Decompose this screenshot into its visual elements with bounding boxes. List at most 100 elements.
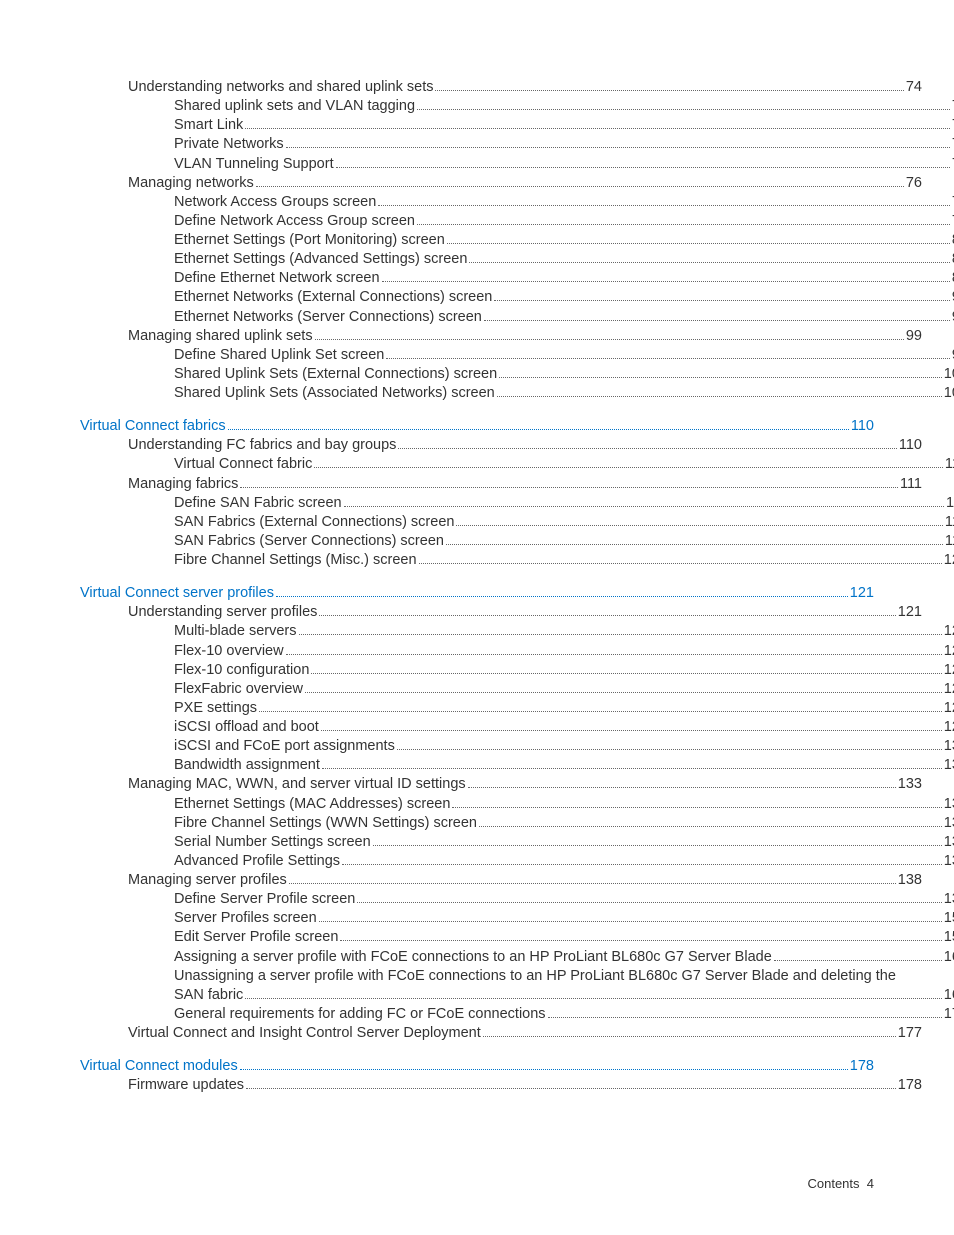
toc-entry: Edit Server Profile screen 157 [80,928,954,947]
toc-entry-label: Define Server Profile screen [174,890,355,909]
toc-entry-label: Virtual Connect and Insight Control Serv… [128,1024,481,1043]
page-footer: Contents 4 [807,1176,874,1191]
toc-entry-page: 136 [944,833,954,852]
toc-entry[interactable]: Virtual Connect fabrics110 [80,417,874,436]
toc-entry-label: SAN Fabrics (External Connections) scree… [174,513,454,532]
toc-entry-page: 121 [898,603,922,622]
toc-entry-page: 74 [906,78,922,97]
toc-entry-page: 138 [898,871,922,890]
toc-entry-label: Ethernet Networks (External Connections)… [174,288,492,307]
footer-label: Contents [807,1176,859,1191]
toc-entry: Managing fabrics111 [80,475,922,494]
toc-entry: Firmware updates178 [80,1076,922,1095]
toc-entry: Serial Number Settings screen 136 [80,833,954,852]
toc-leader-dots [417,109,950,110]
toc-leader-dots [447,243,950,244]
toc-leader-dots [386,358,949,359]
toc-leader-dots [299,634,942,635]
toc-leader-dots [435,90,903,91]
toc-leader-dots [774,960,942,961]
toc-entry-page: 124 [944,642,954,661]
toc-entry-page: 178 [850,1057,874,1076]
toc-entry-page: 157 [944,928,954,947]
toc-entry-page: 156 [944,909,954,928]
toc-leader-dots [311,673,941,674]
toc-entry: Ethernet Settings (Advanced Settings) sc… [80,250,954,269]
toc-entry: Private Networks75 [80,135,954,154]
toc-entry-label: Flex-10 overview [174,642,284,661]
toc-leader-dots [479,826,942,827]
toc-entry-label: Flex-10 configuration [174,661,309,680]
toc-entry: VLAN Tunneling Support75 [80,155,954,174]
toc-leader-dots [417,224,950,225]
toc-leader-dots [499,377,942,378]
toc-entry-label: Managing server profiles [128,871,287,890]
toc-entry: SAN Fabrics (Server Connections) screen1… [80,532,954,551]
toc-entry: Define Ethernet Network screen89 [80,269,954,288]
toc-entry: Define Server Profile screen138 [80,890,954,909]
toc-entry: Shared Uplink Sets (Associated Networks)… [80,384,954,403]
toc-leader-dots [342,864,942,865]
toc-leader-dots [286,147,950,148]
toc-entry-page: 133 [898,775,922,794]
toc-leader-dots [397,749,942,750]
toc-leader-dots [419,563,942,564]
toc-leader-dots [240,1069,848,1070]
toc-leader-dots [446,544,943,545]
toc-entry-label: Define Shared Uplink Set screen [174,346,384,365]
toc-entry-page: 131 [944,756,954,775]
toc-entry: Multi-blade servers123 [80,622,954,641]
toc-entry-page: 133 [944,795,954,814]
toc-entry[interactable]: Virtual Connect modules178 [80,1057,874,1076]
toc-entry-label: Ethernet Settings (Port Monitoring) scre… [174,231,445,250]
toc-leader-dots [336,167,950,168]
toc-entry-label: Serial Number Settings screen [174,833,371,852]
toc-entry-page: 125 [944,661,954,680]
toc-entry-page: 111 [946,494,954,513]
toc-entry: Bandwidth assignment 131 [80,756,954,775]
toc-entry-page: 105 [944,365,954,384]
toc-leader-dots [319,615,895,616]
toc-entry-label: PXE settings [174,699,257,718]
toc-leader-dots [484,320,950,321]
toc-entry-page: 127 [944,699,954,718]
toc-entry-page: 99 [906,327,922,346]
toc-entry-label: Understanding FC fabrics and bay groups [128,436,396,455]
toc-leader-dots [240,487,898,488]
toc-entry-label: Shared Uplink Sets (External Connections… [174,365,497,384]
toc-entry-label: Ethernet Settings (MAC Addresses) screen [174,795,450,814]
toc-entry: Understanding FC fabrics and bay groups1… [80,436,922,455]
toc-entry[interactable]: Virtual Connect server profiles121 [80,584,874,603]
toc-entry-page: 120 [944,551,954,570]
toc-entry: Server Profiles screen156 [80,909,954,928]
toc-leader-dots [286,654,942,655]
toc-entry: PXE settings 127 [80,699,954,718]
toc-leader-dots [315,339,904,340]
toc-entry-page: 117 [945,513,954,532]
toc-leader-dots [305,692,942,693]
toc-entry: Shared Uplink Sets (External Connections… [80,365,954,384]
toc-entry-page: 178 [898,1076,922,1095]
toc-entry-label: Advanced Profile Settings [174,852,340,871]
toc-entry-page: 110 [945,455,954,474]
toc-leader-dots [497,396,942,397]
toc-entry: Flex-10 configuration 125 [80,661,954,680]
toc-leader-dots [494,300,950,301]
toc-entry: Managing MAC, WWN, and server virtual ID… [80,775,922,794]
toc-leader-dots [357,902,941,903]
toc-entry-label: Understanding networks and shared uplink… [128,78,433,97]
toc-entry-label: Smart Link [174,116,243,135]
toc-entry-label: Define Network Access Group screen [174,212,415,231]
toc-entry-label: Virtual Connect fabric [174,455,312,474]
toc-leader-dots [378,205,950,206]
toc-entry: Ethernet Settings (Port Monitoring) scre… [80,231,954,250]
toc-entry-page: 108 [944,384,954,403]
toc-entry-label: Bandwidth assignment [174,756,320,775]
toc-entry-page: 126 [944,680,954,699]
toc-leader-dots [289,883,896,884]
toc-entry-label: Edit Server Profile screen [174,928,338,947]
toc-entry-label: Multi-blade servers [174,622,297,641]
toc-entry-label: Fibre Channel Settings (Misc.) screen [174,551,417,570]
toc-leader-dots [321,730,942,731]
toc-entry-label: iSCSI and FCoE port assignments [174,737,395,756]
